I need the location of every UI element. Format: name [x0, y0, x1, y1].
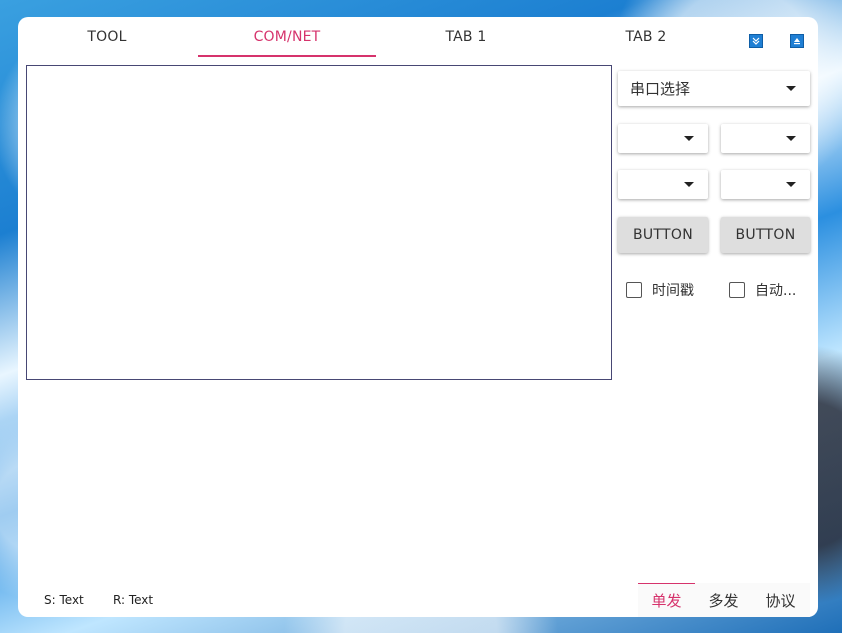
tab-2[interactable]: TAB 2 — [557, 17, 735, 57]
baud-rate-select[interactable] — [618, 124, 708, 153]
timestamp-checkbox-label: 时间戳 — [652, 283, 694, 299]
checkbox-icon — [729, 282, 745, 298]
tab-com-net[interactable]: COM/NET — [198, 17, 376, 57]
parity-select[interactable] — [618, 170, 708, 199]
caret-down-icon — [786, 136, 796, 141]
timestamp-checkbox[interactable]: 时间戳 — [626, 280, 694, 300]
tab-multi-send[interactable]: 多发 — [695, 583, 752, 617]
serial-port-select-label: 串口选择 — [630, 80, 691, 98]
caret-down-icon — [684, 182, 694, 187]
data-bits-select[interactable] — [721, 124, 810, 153]
caret-down-icon — [786, 182, 796, 187]
caret-down-icon — [684, 136, 694, 141]
tab-protocol[interactable]: 协议 — [752, 583, 809, 617]
auto-checkbox[interactable]: 自动... — [729, 280, 796, 300]
tab-1[interactable]: TAB 1 — [377, 17, 555, 57]
double-chevron-down-icon — [752, 37, 760, 45]
collapse-down-button[interactable] — [749, 34, 763, 48]
eject-button[interactable] — [790, 34, 804, 48]
send-status: S: Text — [44, 593, 84, 607]
receive-text-area[interactable] — [26, 65, 612, 380]
action-button-2[interactable]: BUTTON — [721, 217, 810, 253]
serial-port-select[interactable]: 串口选择 — [618, 71, 810, 106]
tab-bar: TOOL COM/NET TAB 1 TAB 2 — [18, 17, 738, 57]
stop-bits-select[interactable] — [721, 170, 810, 199]
receive-status: R: Text — [113, 593, 154, 607]
eject-icon — [794, 38, 800, 45]
send-mode-tabs: 单发 多发 协议 — [638, 583, 810, 617]
app-window: TOOL COM/NET TAB 1 TAB 2 串口选择 BUTTON BUT — [18, 17, 818, 617]
checkbox-icon — [626, 282, 642, 298]
auto-checkbox-label: 自动... — [755, 283, 797, 299]
tab-tool[interactable]: TOOL — [18, 17, 196, 57]
tab-single-send[interactable]: 单发 — [638, 583, 695, 617]
caret-down-icon — [786, 86, 796, 91]
action-button-1[interactable]: BUTTON — [618, 217, 708, 253]
